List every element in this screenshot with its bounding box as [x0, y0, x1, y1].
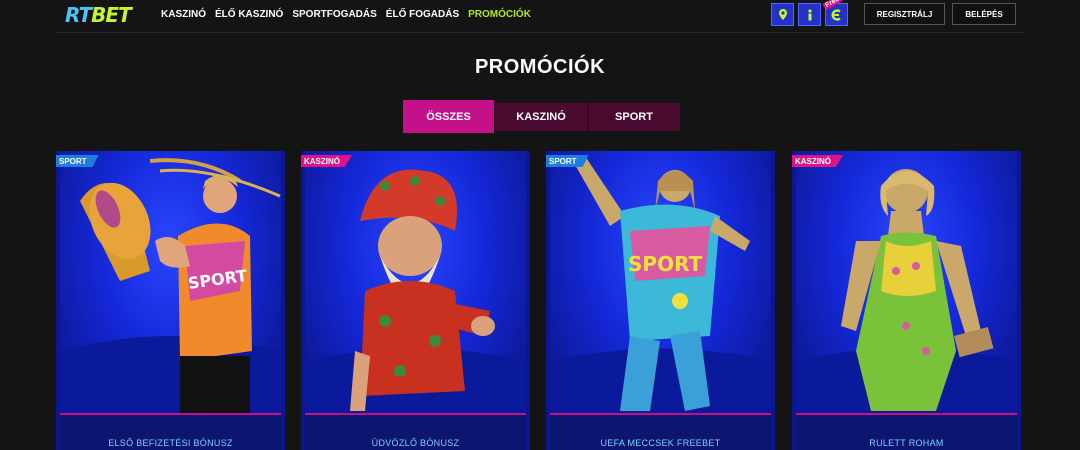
card-tag-kaszino: KASZINÓ — [792, 155, 843, 167]
info-icon[interactable] — [798, 3, 821, 26]
rtbet-logo[interactable]: RTBET — [65, 3, 132, 27]
filter-tabs: ÖSSZES KASZINÓ SPORT — [403, 100, 680, 133]
main-nav: KASZINÓ ÉLŐ KASZINÓ SPORTFOGADÁS ÉLŐ FOG… — [161, 9, 531, 20]
nav-item-sportfogadas[interactable]: SPORTFOGADÁS — [292, 9, 376, 20]
register-button[interactable]: REGISZTRÁLJ — [864, 3, 945, 25]
card-title[interactable]: ÜDVÖZLŐ BÓNUSZ — [301, 438, 530, 448]
nav-item-kaszino[interactable]: KASZINÓ — [161, 9, 206, 20]
sport-statue-image: SPORT — [550, 151, 771, 416]
top-navigation-bar: RTBET KASZINÓ ÉLŐ KASZINÓ SPORTFOGADÁS É… — [55, 0, 1025, 33]
svg-text:SPORT: SPORT — [628, 252, 703, 276]
woman-statue-image — [796, 151, 1017, 416]
promo-card-first-deposit[interactable]: SPORT SPORT ELSŐ BEFIZETÉSI BÓNUSZ — [56, 151, 285, 450]
promo-card-welcome-bonus[interactable]: KASZINÓ ÜDVÖZLŐ BÓNUSZ — [301, 151, 530, 450]
login-button[interactable]: BELÉPÉS — [952, 3, 1016, 25]
nav-item-elo-kaszino[interactable]: ÉLŐ KASZINÓ — [215, 9, 283, 20]
footballer-trophy-image: SPORT — [60, 151, 281, 416]
promo-card-roulette-rush[interactable]: KASZINÓ RULETT ROHAM — [792, 151, 1021, 450]
page-title: PROMÓCIÓK — [474, 56, 606, 78]
card-tag-sport: SPORT — [546, 155, 589, 167]
nav-item-elo-fogadas[interactable]: ÉLŐ FOGADÁS — [386, 9, 459, 20]
card-title[interactable]: RULETT ROHAM — [792, 438, 1021, 448]
tab-kaszino[interactable]: KASZINÓ — [494, 103, 587, 131]
card-tag-kaszino: KASZINÓ — [301, 155, 352, 167]
tab-osszes[interactable]: ÖSSZES — [403, 100, 494, 133]
nav-item-promociok[interactable]: PROMÓCIÓK — [468, 9, 531, 20]
card-tag-sport: SPORT — [56, 155, 99, 167]
tab-sport[interactable]: SPORT — [587, 103, 680, 131]
location-pin-icon[interactable] — [771, 3, 794, 26]
gnome-statue-image — [305, 151, 526, 416]
card-title[interactable]: ELSŐ BEFIZETÉSI BÓNUSZ — [56, 438, 285, 448]
promo-card-uefa-freebet[interactable]: SPORT SPORT UEFA MECCSEK FREEBET — [546, 151, 775, 450]
card-title[interactable]: UEFA MECCSEK FREEBET — [546, 438, 775, 448]
